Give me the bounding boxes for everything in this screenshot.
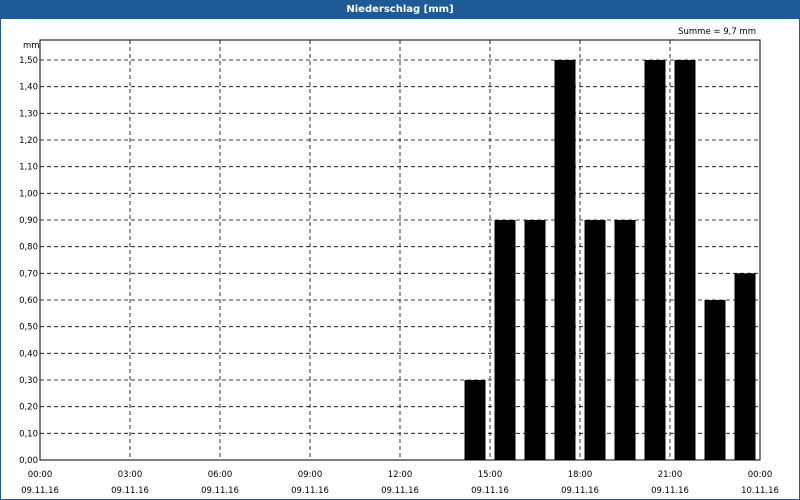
precipitation-bar: [584, 220, 606, 460]
precipitation-bar: [554, 60, 576, 460]
x-tick-date: 10.11.16: [741, 486, 779, 496]
y-tick-label: 0,10: [19, 429, 38, 439]
x-tick-time: 12:00: [388, 470, 413, 480]
bars: [464, 60, 756, 460]
y-tick-label: 1,00: [19, 189, 38, 199]
precipitation-chart: Summe = 9,7 mm mm 0,000,100,200,300,400,…: [19, 27, 779, 496]
x-tick-time: 09:00: [298, 470, 323, 480]
x-tick-date: 09.11.16: [111, 486, 149, 496]
x-tick-time: 18:00: [568, 470, 593, 480]
y-tick-label: 0,20: [19, 403, 38, 413]
precipitation-bar: [704, 300, 726, 460]
x-tick-date: 09.11.16: [561, 486, 599, 496]
precipitation-bar: [614, 220, 636, 460]
y-tick-label: 0,80: [19, 243, 38, 253]
x-tick-time: 15:00: [478, 470, 503, 480]
y-tick-label: 1,40: [19, 83, 38, 93]
y-tick-label: 1,50: [19, 56, 38, 66]
y-tick-label: 0,60: [19, 296, 38, 306]
x-axis-ticks: 00:00 09.11.16 03:00 09.11.16 06:00 09.11.16 0…: [21, 470, 779, 496]
sum-label: Summe = 9,7 mm: [678, 27, 756, 37]
x-tick-date: 09.11.16: [201, 486, 239, 496]
y-axis-ticks: 0,00 0,10 0,20 0,30 0,40 0,50 0,60 0,70 0,80 0,90…: [19, 56, 38, 466]
precipitation-bar: [464, 380, 486, 460]
x-tick-time: 21:00: [658, 470, 683, 480]
precipitation-bar: [524, 220, 546, 460]
y-tick-label: 1,30: [19, 109, 38, 119]
precipitation-bar: [734, 273, 756, 460]
y-tick-label: 1,20: [19, 136, 38, 146]
y-unit-label: mm: [23, 41, 40, 51]
precipitation-bar: [644, 60, 666, 460]
precipitation-bar: [674, 60, 696, 460]
precipitation-bar: [494, 220, 516, 460]
x-tick-date: 09.11.16: [651, 486, 689, 496]
x-tick-time: 03:00: [118, 470, 143, 480]
x-tick-time: 00:00: [748, 470, 773, 480]
y-tick-label: 0,40: [19, 349, 38, 359]
y-tick-label: 1,10: [19, 163, 38, 173]
y-tick-label: 0,50: [19, 323, 38, 333]
y-tick-label: 0,30: [19, 376, 38, 386]
x-tick-time: 00:00: [28, 470, 53, 480]
x-tick-time: 06:00: [208, 470, 233, 480]
x-tick-date: 09.11.16: [21, 486, 59, 496]
y-tick-label: 0,00: [19, 456, 38, 466]
x-tick-date: 09.11.16: [291, 486, 329, 496]
x-tick-date: 09.11.16: [471, 486, 509, 496]
x-tick-date: 09.11.16: [381, 486, 419, 496]
y-tick-label: 0,90: [19, 216, 38, 226]
y-tick-label: 0,70: [19, 269, 38, 279]
